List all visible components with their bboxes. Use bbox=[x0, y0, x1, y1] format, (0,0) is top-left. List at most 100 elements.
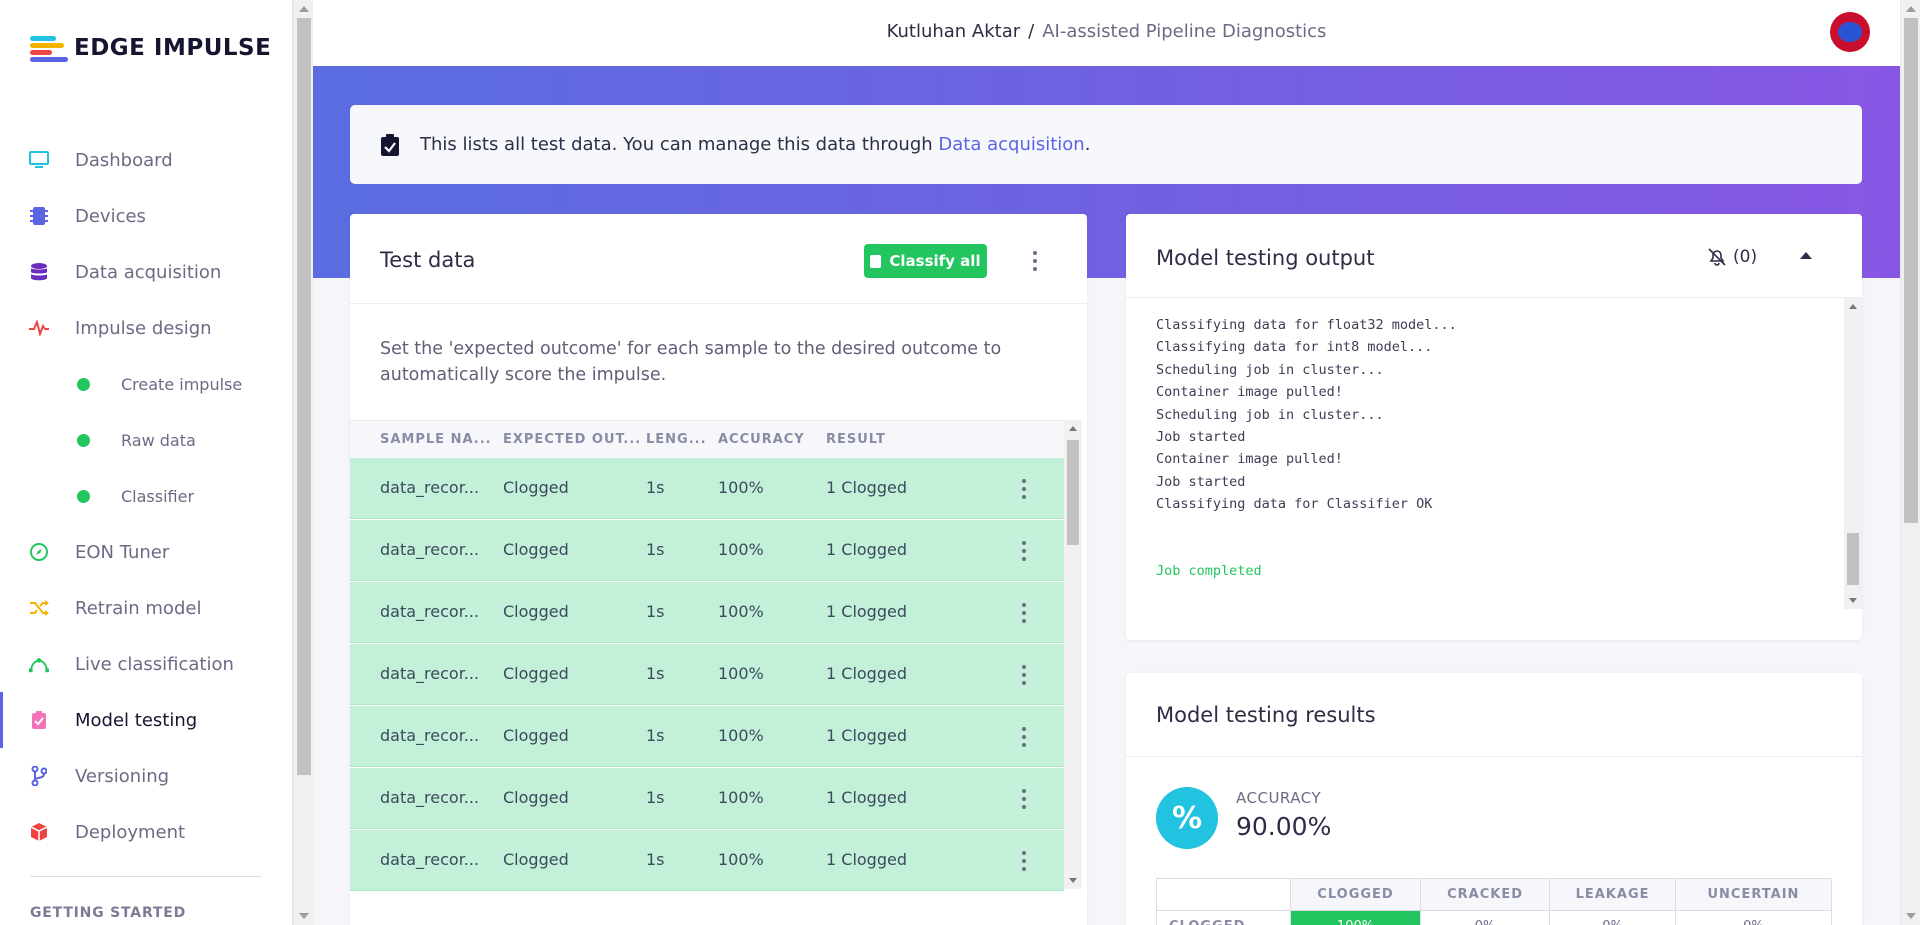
table-row[interactable]: data_recor... Clogged 1s 100% 1 Clogged bbox=[350, 520, 1064, 581]
scroll-up-icon[interactable] bbox=[1906, 6, 1916, 12]
sidebar-item-deployment[interactable]: Deployment bbox=[0, 804, 292, 860]
sidebar-item-label: Raw data bbox=[121, 430, 196, 450]
sidebar-item-data-acquisition[interactable]: Data acquisition bbox=[0, 244, 292, 300]
result-cell: 1 Clogged bbox=[826, 602, 907, 621]
more-options-icon[interactable] bbox=[1032, 251, 1038, 271]
sidebar-item-classifier[interactable]: Classifier bbox=[0, 468, 292, 524]
row-options-icon[interactable] bbox=[1021, 789, 1027, 809]
column-length[interactable]: LENG... bbox=[646, 432, 707, 447]
table-row[interactable]: data_recor... Clogged 1s 100% 1 Clogged bbox=[350, 644, 1064, 705]
length-cell: 1s bbox=[646, 602, 665, 621]
log-line: Classifying data for Classifier OK bbox=[1156, 496, 1433, 513]
sidebar-item-label: Model testing bbox=[75, 709, 198, 731]
confusion-matrix: CLOGGED CRACKED LEAKAGE UNCERTAIN CLOGGE… bbox=[1156, 878, 1833, 925]
matrix-corner bbox=[1156, 878, 1291, 911]
length-cell: 1s bbox=[646, 850, 665, 869]
test-data-description: Set the 'expected outcome' for each samp… bbox=[380, 339, 1002, 385]
sidebar-item-versioning[interactable]: Versioning bbox=[0, 748, 292, 804]
table-row[interactable]: data_recor... Clogged 1s 100% 1 Clogged bbox=[350, 706, 1064, 767]
column-sample-name[interactable]: SAMPLE NA... bbox=[380, 432, 492, 447]
compass-icon bbox=[29, 542, 49, 562]
sidebar-scrollbar[interactable] bbox=[293, 0, 313, 925]
sidebar-item-create-impulse[interactable]: Create impulse bbox=[0, 356, 292, 412]
sidebar-item-eon-tuner[interactable]: EON Tuner bbox=[0, 524, 292, 580]
window-scroll-thumb[interactable] bbox=[1904, 18, 1918, 523]
test-data-card: Test data Classify all Set the 'expected… bbox=[350, 214, 1087, 925]
matrix-col-uncertain: UNCERTAIN bbox=[1674, 878, 1833, 911]
edge-impulse-logo[interactable]: EDGE IMPULSE bbox=[30, 34, 271, 62]
log-line: Classifying data for float32 model... bbox=[1156, 317, 1457, 333]
accuracy-value: 90.00% bbox=[1236, 812, 1332, 841]
scroll-up-icon[interactable] bbox=[299, 6, 309, 12]
log-line: Job started bbox=[1156, 428, 1246, 445]
log-line: Container image pulled! bbox=[1156, 451, 1343, 468]
row-options-icon[interactable] bbox=[1021, 603, 1027, 623]
scroll-down-icon[interactable] bbox=[1849, 598, 1857, 603]
notifications-toggle[interactable]: (0) bbox=[1707, 247, 1757, 267]
results-header: Model testing results bbox=[1126, 673, 1862, 757]
sidebar-item-raw-data[interactable]: Raw data bbox=[0, 412, 292, 468]
table-row[interactable]: data_recor... Clogged 1s 100% 1 Clogged bbox=[350, 458, 1064, 519]
table-row[interactable]: data_recor... Clogged 1s 100% 1 Clogged bbox=[350, 768, 1064, 829]
length-cell: 1s bbox=[646, 540, 665, 559]
sidebar-item-model-testing[interactable]: Model testing bbox=[0, 692, 292, 748]
table-row[interactable]: data_recor... Clogged 1s 100% 1 Clogged bbox=[350, 582, 1064, 643]
scroll-up-icon[interactable] bbox=[1849, 304, 1857, 309]
length-cell: 1s bbox=[646, 478, 665, 497]
bezier-icon bbox=[29, 654, 49, 674]
matrix-header-row: CLOGGED CRACKED LEAKAGE UNCERTAIN bbox=[1156, 878, 1833, 911]
output-log: Classifying data for float32 model... Cla… bbox=[1156, 314, 1457, 583]
status-dot-icon bbox=[77, 433, 90, 447]
data-acquisition-link[interactable]: Data acquisition bbox=[938, 134, 1084, 155]
accuracy-label: ACCURACY bbox=[1236, 789, 1322, 807]
table-scrollbar[interactable] bbox=[1064, 420, 1082, 889]
accuracy-cell: 100% bbox=[718, 602, 764, 621]
avatar[interactable] bbox=[1830, 12, 1870, 52]
sidebar-scroll-thumb[interactable] bbox=[297, 18, 311, 775]
breadcrumb: Kutluhan Aktar / AI-assisted Pipeline Diag… bbox=[313, 21, 1900, 42]
accuracy-cell: 100% bbox=[718, 726, 764, 745]
sample-name-cell: data_recor... bbox=[380, 540, 480, 559]
log-line: Container image pulled! bbox=[1156, 384, 1343, 401]
scroll-down-icon[interactable] bbox=[299, 913, 309, 919]
table-scroll-thumb[interactable] bbox=[1067, 440, 1079, 545]
row-options-icon[interactable] bbox=[1021, 727, 1027, 747]
breadcrumb-user[interactable]: Kutluhan Aktar bbox=[887, 21, 1021, 42]
sidebar-item-devices[interactable]: Devices bbox=[0, 188, 292, 244]
classify-all-button[interactable]: Classify all bbox=[864, 244, 987, 278]
sidebar-item-retrain-model[interactable]: Retrain model bbox=[0, 580, 292, 636]
box-icon bbox=[29, 822, 49, 842]
shuffle-icon bbox=[29, 598, 49, 618]
bell-slash-icon bbox=[1708, 248, 1726, 266]
matrix-col-leakage: LEAKAGE bbox=[1549, 878, 1676, 911]
output-title: Model testing output bbox=[1156, 246, 1375, 270]
accuracy-cell: 100% bbox=[718, 664, 764, 683]
log-scrollbar[interactable] bbox=[1844, 298, 1862, 609]
window-scrollbar[interactable] bbox=[1900, 0, 1920, 925]
row-options-icon[interactable] bbox=[1021, 851, 1027, 871]
sidebar-item-label: Dashboard bbox=[75, 149, 173, 171]
chip-icon bbox=[29, 206, 49, 226]
scroll-up-icon[interactable] bbox=[1069, 426, 1077, 431]
row-options-icon[interactable] bbox=[1021, 665, 1027, 685]
row-options-icon[interactable] bbox=[1021, 541, 1027, 561]
row-options-icon[interactable] bbox=[1021, 479, 1027, 499]
sidebar-item-dashboard[interactable]: Dashboard bbox=[0, 132, 292, 188]
column-accuracy[interactable]: ACCURACY bbox=[718, 432, 805, 447]
column-expected-outcome[interactable]: EXPECTED OUT... bbox=[503, 432, 641, 447]
log-line: Scheduling job in cluster... bbox=[1156, 406, 1384, 423]
sidebar-item-label: Live classification bbox=[75, 653, 234, 675]
sidebar-item-impulse-design[interactable]: Impulse design bbox=[0, 300, 292, 356]
scroll-down-icon[interactable] bbox=[1069, 878, 1077, 883]
notification-count: (0) bbox=[1733, 247, 1758, 267]
sidebar: EDGE IMPULSE Dashboard Devices Data acqu… bbox=[0, 0, 293, 925]
sample-name-cell: data_recor... bbox=[380, 602, 480, 621]
log-scroll-thumb[interactable] bbox=[1847, 533, 1859, 585]
table-row[interactable]: data_recor... Clogged 1s 100% 1 Clogged bbox=[350, 830, 1064, 891]
length-cell: 1s bbox=[646, 788, 665, 807]
sidebar-item-live-classification[interactable]: Live classification bbox=[0, 636, 292, 692]
percent-icon: % bbox=[1156, 787, 1218, 849]
collapse-caret-icon[interactable] bbox=[1800, 252, 1812, 259]
scroll-down-icon[interactable] bbox=[1906, 913, 1916, 919]
column-result[interactable]: RESULT bbox=[826, 432, 886, 447]
